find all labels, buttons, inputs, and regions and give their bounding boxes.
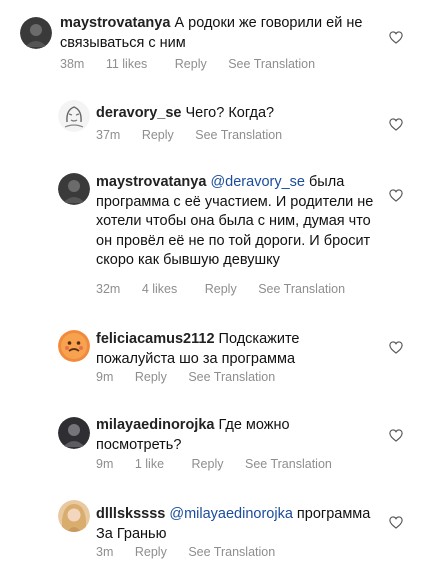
- dark-photo-avatar-icon: [58, 417, 90, 449]
- reply-button[interactable]: Reply: [135, 545, 167, 559]
- comment-meta: 9m 1 like Reply See Translation: [96, 457, 350, 471]
- like-heart-icon[interactable]: [389, 341, 403, 354]
- avatar[interactable]: [58, 100, 90, 132]
- comment-body: feliciacamus2112 Подскажите пожалуйста ш…: [96, 330, 376, 369]
- avatar[interactable]: [58, 330, 90, 362]
- comment-meta: 38m 11 likes Reply See Translation: [60, 57, 333, 71]
- comment-time: 32m: [96, 282, 121, 296]
- comment-meta: 3m Reply See Translation: [96, 545, 293, 559]
- comment-time: 3m: [96, 545, 114, 559]
- comment-username[interactable]: milayaedinorojka: [96, 417, 214, 433]
- comment-meta: 9m Reply See Translation: [96, 370, 293, 384]
- see-translation-link[interactable]: See Translation: [245, 457, 332, 471]
- comment-text: Чего? Когда?: [185, 105, 275, 121]
- comment-username[interactable]: dlllskssss: [96, 506, 165, 522]
- like-heart-icon[interactable]: [389, 429, 403, 442]
- comment-username[interactable]: maystrovatanya: [96, 174, 206, 190]
- reply-button[interactable]: Reply: [142, 128, 174, 142]
- like-heart-icon[interactable]: [389, 31, 403, 44]
- see-translation-link[interactable]: See Translation: [188, 370, 275, 384]
- reply-button[interactable]: Reply: [205, 282, 237, 296]
- comment-time: 38m: [60, 57, 85, 71]
- comment-username[interactable]: maystrovatanya: [60, 15, 170, 31]
- avatar[interactable]: [58, 500, 90, 532]
- avatar[interactable]: [58, 173, 90, 205]
- dark-photo-avatar-icon: [20, 17, 52, 49]
- comment-body: deravory_se Чего? Когда?: [96, 104, 376, 124]
- comment-mention[interactable]: @milayaedinorojka: [169, 506, 293, 522]
- comment-body: milayaedinorojka Где можно посмотреть?: [96, 416, 376, 455]
- reply-button[interactable]: Reply: [175, 57, 207, 71]
- comment-body: maystrovatanya А родоки же говорили ей н…: [60, 14, 372, 53]
- see-translation-link[interactable]: See Translation: [195, 128, 282, 142]
- avatar[interactable]: [20, 17, 52, 49]
- blonde-photo-avatar-icon: [58, 500, 90, 532]
- comment-likes[interactable]: 11 likes: [106, 57, 147, 71]
- dark-photo-avatar-icon: [58, 173, 90, 205]
- comment-meta: 37m Reply See Translation: [96, 128, 300, 142]
- emoji-avatar-icon: [58, 330, 90, 362]
- comment-body: maystrovatanya @deravory_se была програм…: [96, 173, 374, 271]
- comments-list: maystrovatanya А родоки же говорили ей н…: [0, 0, 428, 579]
- avatar[interactable]: [58, 417, 90, 449]
- comment-username[interactable]: deravory_se: [96, 105, 181, 121]
- comment-likes[interactable]: 1 like: [135, 457, 164, 471]
- like-heart-icon[interactable]: [389, 516, 403, 529]
- comment-time: 9m: [96, 457, 114, 471]
- comment-mention[interactable]: @deravory_se: [210, 174, 305, 190]
- comment-likes[interactable]: 4 likes: [142, 282, 177, 296]
- reply-button[interactable]: Reply: [135, 370, 167, 384]
- see-translation-link[interactable]: See Translation: [228, 57, 315, 71]
- comment-time: 9m: [96, 370, 114, 384]
- sketch-avatar-icon: [58, 100, 90, 132]
- see-translation-link[interactable]: See Translation: [188, 545, 275, 559]
- comment-meta: 32m 4 likes Reply See Translation: [96, 282, 363, 296]
- reply-button[interactable]: Reply: [192, 457, 224, 471]
- comment-time: 37m: [96, 128, 121, 142]
- like-heart-icon[interactable]: [389, 189, 403, 202]
- see-translation-link[interactable]: See Translation: [258, 282, 345, 296]
- comment-username[interactable]: feliciacamus2112: [96, 331, 215, 347]
- like-heart-icon[interactable]: [389, 118, 403, 131]
- comment-body: dlllskssss @milayaedinorojka программа З…: [96, 505, 376, 544]
